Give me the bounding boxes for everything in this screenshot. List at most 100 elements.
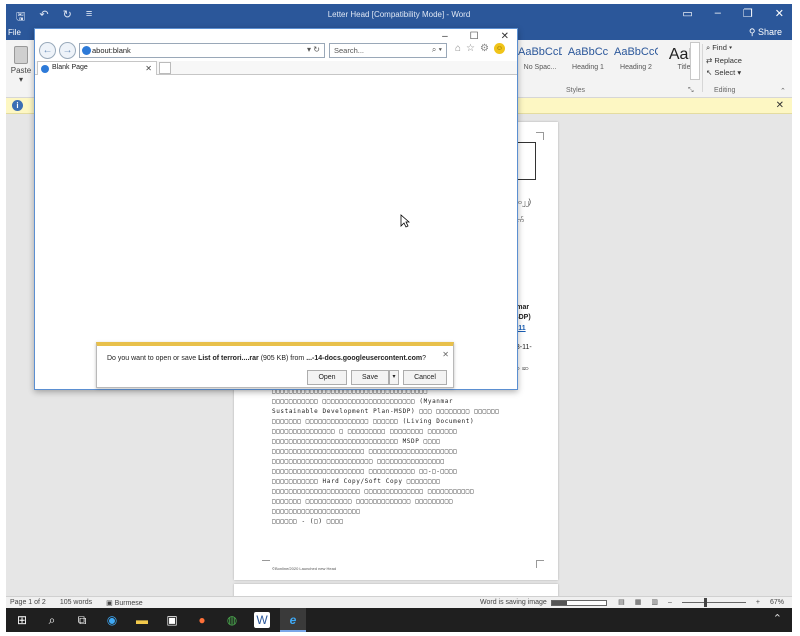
person-icon: ⚲	[748, 27, 758, 37]
styles-group-label: Styles	[566, 87, 586, 94]
margin-corner	[536, 560, 544, 568]
tab-blank-page[interactable]: Blank Page ✕	[37, 61, 157, 75]
ie-maximize-button[interactable]: ☐	[470, 31, 479, 42]
paste-button[interactable]: Paste ▾	[10, 42, 32, 84]
ie-window-controls: – ☐ ✕	[442, 31, 509, 42]
file-tab[interactable]: File	[8, 28, 21, 37]
style-name: No Spac...	[523, 64, 557, 71]
zoom-in-button[interactable]: +	[756, 599, 760, 606]
close-button[interactable]: ✕	[775, 7, 784, 20]
style-no-spacing[interactable]: AaBbCcDc No Spac...	[518, 46, 562, 71]
search-box[interactable]: Search... ⌕ ▾	[329, 43, 447, 58]
close-download-bar-icon[interactable]: ✕	[442, 350, 449, 359]
firefox-icon[interactable]: ●	[194, 612, 210, 628]
status-bar: Page 1 of 2 105 words ▣ Burmese Word is …	[6, 596, 792, 608]
home-icon[interactable]: ⌂	[455, 43, 461, 54]
ribbon-display-options-icon[interactable]: ▭	[682, 7, 692, 20]
favorites-star-icon[interactable]: ☆	[466, 43, 475, 54]
doc-text-line: Sustainable Development Plan-MSDP) □□□ □…	[272, 408, 500, 415]
internet-explorer-icon[interactable]: e	[285, 612, 301, 628]
doc-text-line: □□□□□□□□□□□□□□□□□□□□□□ □□□□□□□□□□□□□□□□□…	[272, 448, 458, 455]
find-button[interactable]: ⌕ Find ▾	[706, 43, 742, 53]
zoom-out-button[interactable]: –	[668, 599, 672, 606]
store-icon[interactable]: ▣	[164, 612, 180, 628]
dialog-launcher-icon[interactable]: ⤡	[688, 87, 694, 95]
doc-text-line: □□□□□□□ □□□□□□□□□□□□□□□ □□□□□□ (Living D…	[272, 418, 475, 425]
ie-minimize-button[interactable]: –	[442, 31, 448, 42]
ie-tab-icon	[41, 65, 49, 73]
window-controls: ▭ – ❐ ✕	[682, 7, 784, 20]
share-label: Share	[757, 27, 782, 37]
back-arrow-icon: ←	[42, 45, 53, 56]
windows-start-icon[interactable]: ⊞	[14, 612, 30, 628]
ie-toolbar-icons: ⌂ ☆ ⚙ ☺	[455, 43, 505, 54]
word-count[interactable]: 105 words	[60, 599, 92, 607]
file-explorer-icon[interactable]: ▬	[134, 612, 150, 628]
proofing-language[interactable]: ▣ Burmese	[106, 599, 143, 607]
feedback-smiley-icon[interactable]: ☺	[493, 43, 505, 54]
close-message-bar-icon[interactable]: ✕	[776, 100, 784, 111]
task-view-icon[interactable]: ⧉	[74, 612, 90, 628]
doc-text-line: □□□□□□ - (□) □□□□	[272, 518, 344, 525]
style-preview: AaBbCc	[567, 46, 609, 58]
new-tab-button[interactable]	[159, 62, 171, 74]
open-button[interactable]: Open	[307, 370, 347, 385]
replace-button[interactable]: ⇄ Replace	[706, 56, 742, 65]
download-prefix: Do you want to open or save	[107, 355, 199, 362]
ie-page-icon	[82, 46, 91, 55]
chevron-down-icon: ▾	[18, 75, 23, 84]
chevron-down-icon: ▾	[392, 374, 396, 380]
share-button[interactable]: ⚲ Share	[749, 27, 782, 38]
styles-gallery-scroll[interactable]	[690, 42, 700, 80]
zoom-thumb[interactable]	[703, 597, 707, 607]
settings-gear-icon[interactable]: ⚙	[480, 43, 489, 54]
search-icon[interactable]: ⌕	[432, 45, 436, 54]
doc-text-line: □□□□□□□□□□□□□□□□□□□□□□ □□□□□□□□□□□ □□-□-…	[272, 468, 458, 475]
refresh-icon[interactable]: ↻	[313, 45, 320, 54]
save-button[interactable]: Save	[351, 370, 389, 385]
ie-close-button[interactable]: ✕	[501, 31, 509, 42]
saving-progress-bar	[550, 599, 607, 606]
download-size: (905 KB) from	[258, 355, 307, 362]
internet-explorer-window: – ☐ ✕ ← → about:blank ▾ ↻ Search... ⌕ ▾ …	[34, 28, 518, 390]
close-tab-icon[interactable]: ✕	[145, 64, 152, 73]
tab-label: Blank Page	[52, 64, 88, 71]
restore-button[interactable]: ❐	[743, 7, 753, 20]
save-options-dropdown[interactable]: ▾	[389, 370, 399, 385]
style-preview: AaBbCcC	[614, 46, 658, 58]
doc-text-line: □□□□□□□□□□□ □□□□□□□□□□□□□□□□□□□□□□ (Myan…	[272, 398, 454, 405]
read-mode-icon[interactable]: ▤	[618, 598, 625, 606]
forward-button[interactable]: →	[59, 42, 76, 59]
clipboard-icon	[14, 46, 28, 64]
select-button[interactable]: ↖ Select ▾	[706, 68, 742, 77]
cancel-button[interactable]: Cancel	[403, 370, 447, 385]
margin-corner	[262, 560, 270, 568]
collapse-ribbon-icon[interactable]: ⌃	[780, 87, 786, 95]
download-filename: List of terrori....rar	[198, 355, 259, 362]
back-button[interactable]: ←	[39, 42, 56, 59]
zoom-slider[interactable]	[681, 597, 746, 607]
address-bar[interactable]: about:blank ▾ ↻	[79, 43, 325, 58]
minimize-button[interactable]: –	[715, 7, 721, 20]
taskbar: ⊞ ⌕ ⧉ ◉ ▬ ▣ ● ◍ W e ⌃	[6, 608, 792, 632]
saving-status: Word is saving image	[480, 599, 607, 606]
download-suffix: ?	[422, 355, 427, 362]
web-layout-icon[interactable]: ▥	[651, 598, 658, 606]
proofing-icon: ▣	[106, 600, 115, 607]
window-title: Letter Head [Compatibility Mode] - Word	[327, 10, 471, 19]
chevron-up-icon[interactable]: ⌃	[773, 612, 782, 625]
style-name: Heading 1	[572, 64, 604, 71]
print-layout-icon[interactable]: ▦	[635, 598, 642, 606]
doc-text-line: □□□□□□□□□□□ Hard Copy/Soft Copy □□□□□□□□	[272, 478, 441, 485]
search-dropdown-icon[interactable]: ▾	[439, 45, 442, 54]
page-count[interactable]: Page 1 of 2	[10, 599, 46, 607]
search-icon[interactable]: ⌕	[44, 612, 60, 628]
style-preview: AaBbCcDc	[518, 46, 562, 58]
word-icon[interactable]: W	[254, 612, 270, 628]
edge-icon[interactable]: ◉	[104, 612, 120, 628]
style-heading-2[interactable]: AaBbCcC Heading 2	[614, 46, 658, 71]
chrome-icon[interactable]: ◍	[224, 612, 240, 628]
search-placeholder: Search...	[334, 46, 365, 55]
zoom-level[interactable]: 67%	[770, 599, 784, 606]
style-heading-1[interactable]: AaBbCc Heading 1	[566, 46, 610, 71]
